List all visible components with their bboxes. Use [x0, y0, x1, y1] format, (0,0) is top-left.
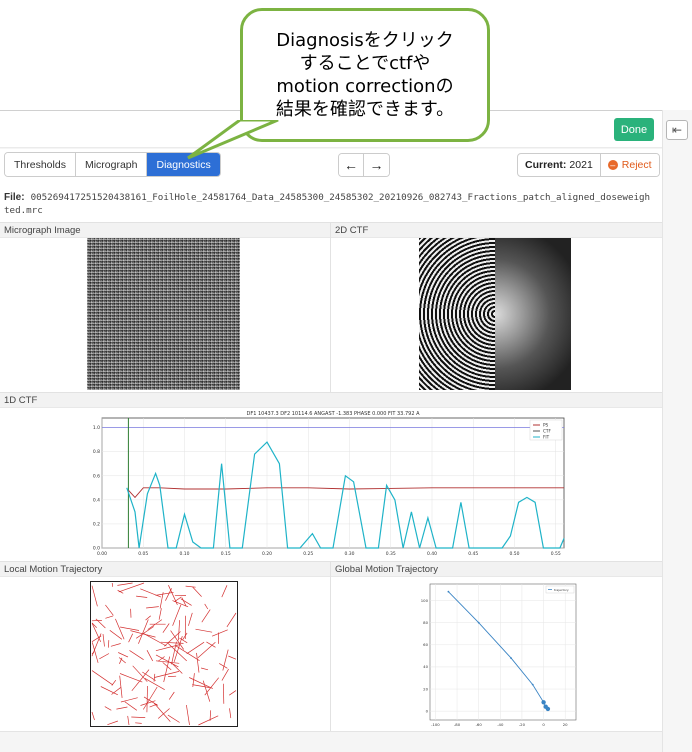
file-label: File: [4, 192, 25, 203]
trajectory-point [545, 706, 551, 712]
ctf-2d-image [419, 238, 571, 390]
x-tick-label: 0.40 [427, 551, 437, 557]
x-tick-label: -60 [476, 722, 483, 727]
local-motion-header: Local Motion Trajectory [0, 561, 330, 577]
divider [0, 147, 662, 149]
ctf-2d-header: 2D CTF [331, 222, 662, 238]
thon-rings [419, 238, 495, 390]
file-info: File: 005269417251520438161_FoilHole_2458… [4, 191, 654, 217]
global-motion-plot: -100 -80 -60 -40 -20 0 20 0 20 40 60 80 100 trajector… [421, 583, 577, 727]
right-sidebar [662, 110, 692, 752]
legend-entry: FIT [543, 435, 550, 440]
y-tick-label: 0.8 [93, 449, 100, 455]
x-tick-label: 0.05 [138, 551, 148, 557]
callout-line-3: motion correctionの [276, 76, 454, 97]
y-tick-label: 0.6 [93, 473, 100, 479]
diagnostics-panel: Done Thresholds Micrograph Diagnostics ←… [0, 111, 662, 752]
x-tick-label: 0.20 [262, 551, 272, 557]
x-tick-label: -100 [431, 722, 440, 727]
micrograph-image-header: Micrograph Image [0, 222, 330, 238]
reject-button[interactable]: – Reject [600, 154, 659, 176]
exit-icon[interactable]: ⇤ [666, 120, 688, 140]
minus-circle-icon: – [607, 160, 618, 170]
x-tick-label: 0.00 [97, 551, 107, 557]
current-indicator: Current: 2021 – Reject [517, 153, 660, 177]
trajectory-point [477, 621, 480, 624]
trajectory-point [541, 700, 546, 705]
global-motion-header: Global Motion Trajectory [331, 561, 662, 577]
x-tick-label: 20 [563, 722, 568, 727]
local-motion-plot [90, 581, 238, 727]
column-divider-bottom [330, 561, 331, 731]
ctf-1d-header: 1D CTF [0, 392, 662, 408]
callout-line-2: することでctfや [299, 53, 431, 74]
global-legend-entry: trajectory [554, 588, 569, 592]
legend-entry: PS [543, 423, 549, 428]
tab-thresholds[interactable]: Thresholds [5, 153, 76, 176]
legend-entry: CTF [543, 429, 551, 434]
y-tick-label: 100 [421, 598, 429, 603]
local-trajectory-segment [111, 582, 114, 587]
trajectory-point [531, 683, 534, 686]
y-tick-label: 80 [423, 620, 428, 625]
ctf-1d-plot: DF1 10437.3 DF2 10114.6 ANGAST -1.383 PH… [93, 411, 565, 557]
current-label: Current: 2021 [518, 154, 601, 176]
global-frame [429, 583, 577, 721]
done-button[interactable]: Done [614, 118, 654, 141]
next-arrow-icon[interactable]: → [364, 154, 389, 176]
callout-line-4: 結果を確認できます。 [275, 99, 455, 120]
tab-micrograph[interactable]: Micrograph [75, 153, 148, 176]
trajectory-point [447, 590, 450, 593]
trajectory-frame [90, 581, 238, 727]
x-tick-label: 0.10 [179, 551, 189, 557]
chart-title: DF1 10437.3 DF2 10114.6 ANGAST -1.383 PH… [246, 411, 420, 417]
y-tick-label: 1.0 [93, 425, 100, 431]
y-tick-label: 20 [423, 686, 428, 691]
callout-line-1: Diagnosisをクリック [276, 30, 454, 51]
trajectory-point [510, 657, 512, 659]
x-tick-label: -20 [519, 722, 526, 727]
y-tick-label: 0.2 [93, 521, 100, 527]
current-label-text: Current: [525, 159, 567, 171]
x-tick-label: 0.15 [221, 551, 231, 557]
x-tick-label: 0.25 [303, 551, 313, 557]
nav-arrows: ← → [338, 153, 390, 177]
footer-bar [0, 731, 662, 752]
x-tick-label: -80 [454, 722, 461, 727]
y-tick-label: 0.4 [93, 497, 100, 503]
plot-frame [101, 417, 565, 549]
reject-label: Reject [621, 159, 652, 171]
prev-arrow-icon[interactable]: ← [339, 154, 364, 176]
x-tick-label: 0.55 [551, 551, 561, 557]
y-tick-label: 0.0 [93, 546, 100, 552]
y-tick-label: 0 [426, 708, 429, 713]
x-tick-label: 0.50 [509, 551, 519, 557]
x-tick-label: 0 [542, 722, 545, 727]
current-value: 2021 [569, 159, 593, 171]
x-tick-label: 0.45 [468, 551, 478, 557]
x-tick-label: 0.30 [344, 551, 354, 557]
callout-tail [187, 120, 279, 160]
y-tick-label: 60 [423, 642, 428, 647]
power-spectrum [495, 238, 571, 390]
y-tick-label: 40 [423, 664, 428, 669]
x-tick-label: -40 [497, 722, 504, 727]
x-tick-label: 0.35 [386, 551, 396, 557]
file-name: 005269417251520438161_FoilHole_24581764_… [4, 192, 651, 216]
micrograph-image [87, 238, 240, 390]
column-divider-top [330, 222, 331, 392]
